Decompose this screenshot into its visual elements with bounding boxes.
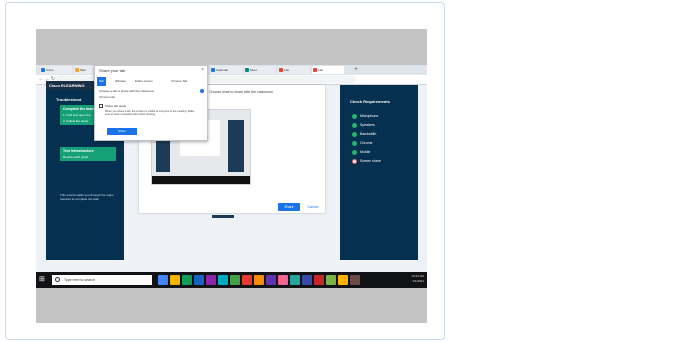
- share-button[interactable]: Share: [278, 203, 300, 211]
- browser-tab[interactable]: Calendar: [210, 66, 242, 74]
- taskbar-app-icon[interactable]: [350, 275, 360, 285]
- taskbar-app-icon[interactable]: [326, 275, 336, 285]
- taskbar-app-icon[interactable]: [314, 275, 324, 285]
- taskbar-app-icon[interactable]: [158, 275, 168, 285]
- close-icon[interactable]: ×: [201, 67, 204, 73]
- popup-tab-window[interactable]: Window: [115, 77, 126, 86]
- requirement-item: Bandwidth: [352, 131, 376, 138]
- task-card-line: Review each guide: [63, 155, 89, 159]
- tab-favicon-icon: [245, 68, 249, 72]
- popup-description: When you share a tab, the content is vis…: [105, 110, 195, 117]
- taskbar-app-icon[interactable]: [290, 275, 300, 285]
- tab-favicon-icon: [75, 68, 79, 72]
- share-audio-checkbox[interactable]: [99, 104, 103, 108]
- selected-indicator-icon: [200, 89, 204, 93]
- taskbar-app-icon[interactable]: [230, 275, 240, 285]
- taskbar-app-icon[interactable]: [194, 275, 204, 285]
- screenshot-card: CiscoMailDriveDocsSheetsCalendarMeetLabL…: [5, 2, 445, 340]
- browser-tab-label: Meet: [250, 68, 257, 72]
- screenshot-image: CiscoMailDriveDocsSheetsCalendarMeetLabL…: [36, 29, 427, 323]
- taskbar-app-icon[interactable]: [278, 275, 288, 285]
- check-circle-icon: [352, 131, 357, 137]
- page-button-behind-dialog[interactable]: [212, 215, 234, 218]
- cancel-button[interactable]: Cancel: [304, 203, 322, 211]
- requirement-label: Microphone: [360, 114, 379, 118]
- desktop-screen: CiscoMailDriveDocsSheetsCalendarMeetLabL…: [36, 65, 427, 288]
- browser-tab[interactable]: Lab: [278, 66, 310, 74]
- preview-taskbar: [152, 176, 250, 184]
- new-tab-button[interactable]: +: [352, 66, 360, 74]
- preview-right-panel: [228, 120, 244, 172]
- search-icon: [55, 277, 60, 282]
- browser-tab-label: Lab: [318, 68, 324, 72]
- tab-favicon-icon: [313, 68, 317, 72]
- popup-tab-chrome-tab[interactable]: Chrome Tab: [171, 77, 187, 86]
- taskbar-search-input[interactable]: Type here to search: [52, 275, 152, 285]
- task-card-heading: Test Infrastructure: [63, 149, 94, 153]
- share-tab-popup: Share your tab × Tab Window Entire scree…: [94, 65, 208, 141]
- requirements-title: Check Requirements: [350, 99, 390, 104]
- popup-share-button[interactable]: Share: [107, 128, 137, 135]
- taskbar-app-icon[interactable]: [302, 275, 312, 285]
- requirement-label: Chrome: [360, 141, 373, 145]
- popup-tab-entire-screen[interactable]: Entire screen: [135, 77, 153, 86]
- tab-favicon-icon: [279, 68, 283, 72]
- requirement-item: Screen share: [352, 158, 381, 165]
- check-circle-icon: [352, 113, 357, 119]
- browser-tab[interactable]: Cisco: [40, 66, 72, 74]
- popup-tab-tab[interactable]: Tab: [97, 77, 106, 86]
- requirement-label: Screen share: [360, 159, 381, 163]
- taskbar-app-icon[interactable]: [182, 275, 192, 285]
- requirement-label: Mobile: [360, 150, 371, 154]
- task-card[interactable]: Test Infrastructure Review each guide: [60, 147, 116, 161]
- share-audio-label: Share tab audio: [105, 104, 127, 108]
- taskbar-app-icon[interactable]: [254, 275, 264, 285]
- taskbar-app-icon[interactable]: [242, 275, 252, 285]
- windows-start-icon[interactable]: ⊞: [39, 276, 47, 284]
- requirement-label: Speakers: [360, 123, 375, 127]
- requirements-panel: Check Requirements Microphone Speakers Ban…: [340, 85, 418, 260]
- popup-tabs: Tab Window Entire screen Chrome Tab: [97, 77, 203, 86]
- check-circle-icon: [352, 122, 357, 128]
- tab-favicon-icon: [41, 68, 45, 72]
- tab-favicon-icon: [211, 68, 215, 72]
- browser-tab-label: Lab: [284, 68, 290, 72]
- clock-date: 3/1/2021: [412, 279, 424, 283]
- popup-instruction: Choose a tab to share with the classroom: [99, 89, 155, 93]
- sidebar-note: This tutorial walks you through the step…: [60, 193, 114, 201]
- taskbar-app-icon[interactable]: [218, 275, 228, 285]
- browser-tab-label: Cisco: [46, 68, 54, 72]
- browser-tab-label: Mail: [80, 68, 86, 72]
- requirement-item: Speakers: [352, 122, 375, 129]
- dialog-title: Choose what to share with the classroom: [209, 90, 274, 94]
- search-placeholder: Type here to search: [64, 278, 95, 282]
- requirement-item: Mobile: [352, 149, 370, 156]
- popup-title: Share your tab: [99, 68, 126, 73]
- browser-tab[interactable]: Meet: [244, 66, 276, 74]
- sidebar-title: Troubleshoot: [56, 97, 82, 102]
- taskbar-app-icon[interactable]: [206, 275, 216, 285]
- check-circle-icon: [352, 140, 357, 146]
- popup-subtitle: Chrome tab: [99, 95, 115, 99]
- browser-tab[interactable]: Lab: [312, 66, 344, 74]
- browser-tab-label: Calendar: [216, 68, 229, 72]
- taskbar-app-icon[interactable]: [266, 275, 276, 285]
- system-clock[interactable]: 10:24 AM 3/1/2021: [392, 274, 424, 284]
- requirement-item: Microphone: [352, 113, 378, 120]
- taskbar-app-icon[interactable]: [338, 275, 348, 285]
- windows-taskbar: ⊞ Type here to search 10:24 AM 3/1/2021: [36, 272, 427, 288]
- pending-circle-icon: [352, 158, 357, 164]
- requirement-label: Bandwidth: [360, 132, 377, 136]
- taskbar-app-icon[interactable]: [170, 275, 180, 285]
- requirement-item: Chrome: [352, 140, 372, 147]
- check-circle-icon: [352, 149, 357, 155]
